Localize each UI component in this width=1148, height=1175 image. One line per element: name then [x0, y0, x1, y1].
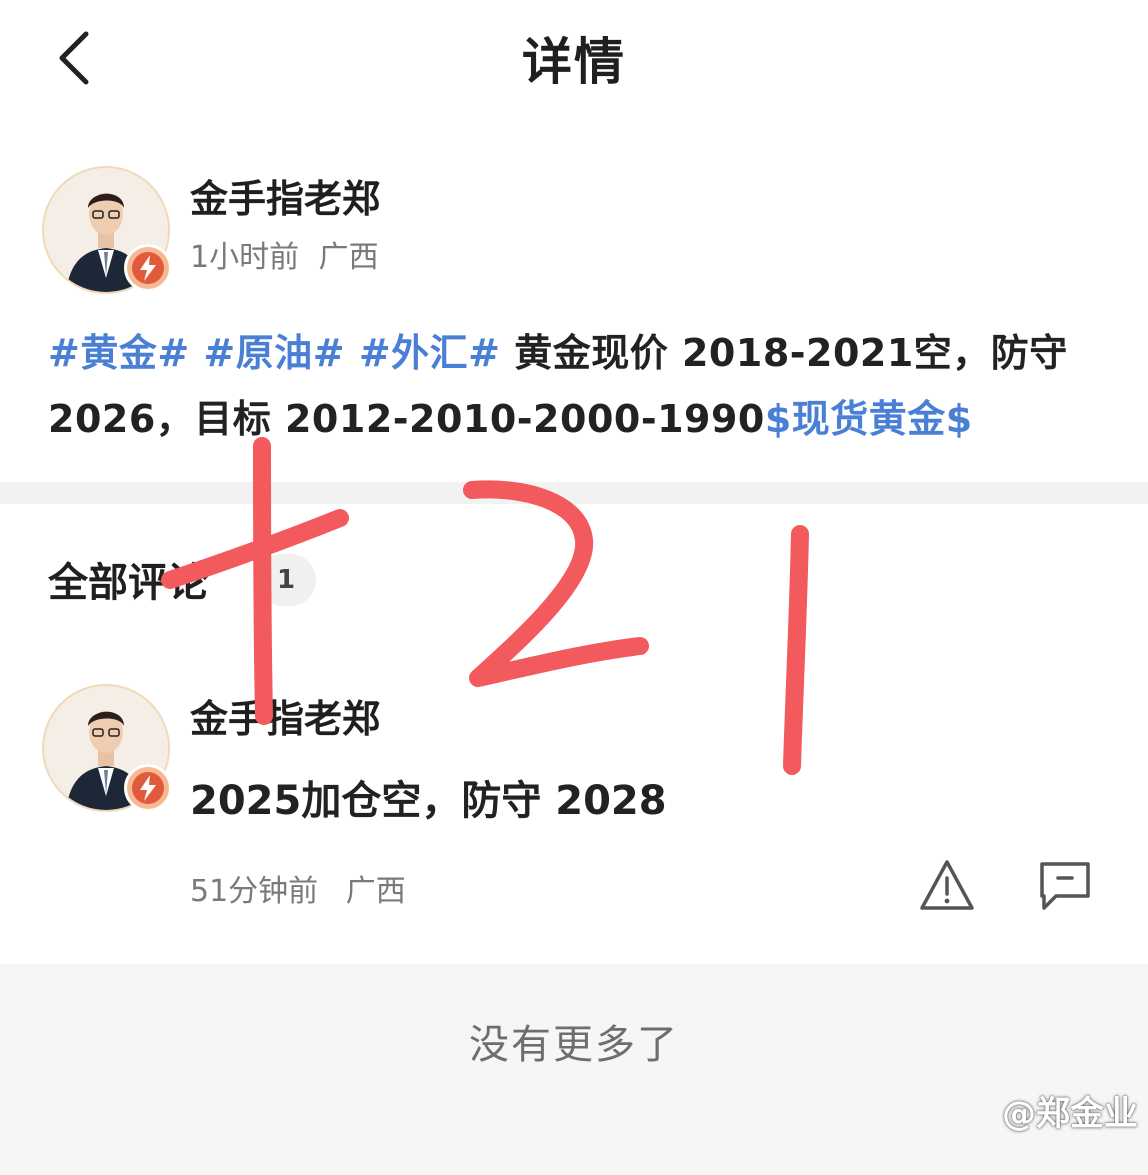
- page-title: 详情: [522, 33, 626, 91]
- comment-count-badge: 1: [256, 554, 316, 606]
- comment-time: 51分钟前: [190, 874, 319, 909]
- post-content: #黄金# #原油# #外汇# 黄金现价 2018-2021空，防守 2026，目…: [48, 320, 1108, 452]
- topic-tag[interactable]: #黄金#: [48, 331, 190, 375]
- comment-text: 2025加仓空，防守 2028: [190, 778, 667, 824]
- warning-triangle-icon: [920, 860, 974, 910]
- watermark: @郑金业: [1002, 1094, 1138, 1134]
- comment-bubble-icon: [1040, 862, 1090, 910]
- handwritten-stroke: [463, 480, 649, 687]
- no-more-label: 没有更多了: [469, 1022, 679, 1068]
- reply-button[interactable]: [1036, 856, 1094, 914]
- lightning-badge-icon: [124, 244, 172, 292]
- comment-location: 广西: [345, 874, 406, 909]
- post-author-name[interactable]: 金手指老郑: [190, 168, 380, 223]
- post-time: 1小时前: [190, 240, 300, 275]
- section-divider: [0, 482, 1148, 504]
- comment-meta: 51分钟前 广西: [190, 866, 406, 910]
- stock-tag[interactable]: $现货黄金$: [765, 397, 973, 441]
- nav-bar: 详情: [0, 0, 1148, 120]
- report-button[interactable]: [918, 856, 976, 914]
- topic-tag[interactable]: #外汇#: [359, 331, 501, 375]
- topic-tag[interactable]: #原油#: [203, 331, 345, 375]
- post-location: 广西: [318, 240, 379, 275]
- lightning-badge-icon: [124, 764, 172, 812]
- post-meta: 1小时前 广西: [190, 232, 379, 276]
- comments-header: 全部评论: [48, 560, 208, 606]
- handwritten-stroke: [783, 525, 809, 775]
- comment-author-name[interactable]: 金手指老郑: [190, 688, 380, 743]
